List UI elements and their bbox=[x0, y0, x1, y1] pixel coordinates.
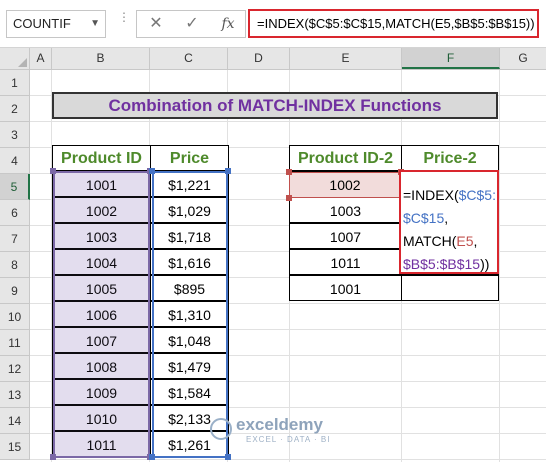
row-header-5[interactable]: 5 bbox=[0, 174, 30, 200]
row-header-9[interactable]: 9 bbox=[0, 278, 30, 304]
edit-ref-b: $B$5:$B$15 bbox=[403, 256, 481, 272]
cell-price[interactable]: $2,133 bbox=[150, 405, 229, 431]
column-header-c[interactable]: C bbox=[150, 48, 228, 69]
cell-price[interactable]: $1,029 bbox=[150, 197, 229, 223]
edit-text: , bbox=[444, 210, 449, 226]
cell-e5[interactable]: 1002 bbox=[289, 172, 401, 198]
cancel-button[interactable]: ✕ bbox=[139, 11, 173, 37]
edit-line-4: $B$5:$B$15)) bbox=[403, 253, 497, 272]
cell-product-id[interactable]: 1007 bbox=[52, 327, 151, 353]
grid-line bbox=[30, 121, 546, 122]
row-header-11[interactable]: 11 bbox=[0, 330, 30, 356]
cell-price[interactable]: $1,221 bbox=[150, 171, 229, 197]
header-price[interactable]: Price bbox=[150, 145, 229, 171]
cell-price[interactable]: $1,584 bbox=[150, 379, 229, 405]
cell-product-id[interactable]: 1004 bbox=[52, 249, 151, 275]
row-header-10[interactable]: 10 bbox=[0, 304, 30, 330]
row-header-6[interactable]: 6 bbox=[0, 200, 30, 226]
cell-price[interactable]: $1,479 bbox=[150, 353, 229, 379]
cell-price[interactable]: $1,261 bbox=[150, 431, 229, 457]
edit-line-2: $C$15, bbox=[403, 207, 497, 230]
cell-product-id-2[interactable]: 1011 bbox=[289, 249, 402, 275]
cell-price[interactable]: $1,048 bbox=[150, 327, 229, 353]
cell-product-id[interactable]: 1002 bbox=[52, 197, 151, 223]
row-header-1[interactable]: 1 bbox=[0, 70, 30, 96]
formula-input[interactable]: =INDEX($C$5:$C$15,MATCH(E5,$B$5:$B$15)) bbox=[248, 9, 539, 38]
cell-product-id-2[interactable]: 1007 bbox=[289, 223, 402, 249]
cell-product-id[interactable]: 1001 bbox=[52, 171, 151, 197]
chevron-down-icon[interactable]: ▼ bbox=[90, 11, 100, 37]
cell-price[interactable]: $895 bbox=[150, 275, 229, 301]
edit-text: MATCH( bbox=[403, 233, 457, 249]
formula-buttons: ✕ ✓ fx bbox=[136, 10, 246, 38]
row-header-14[interactable]: 14 bbox=[0, 408, 30, 434]
cell-price-2[interactable] bbox=[401, 275, 499, 301]
cell-product-id-2[interactable]: 1001 bbox=[289, 275, 402, 301]
edit-ref-c: $C$5: bbox=[458, 187, 496, 203]
row-header-15[interactable]: 15 bbox=[0, 434, 30, 460]
row-header-12[interactable]: 12 bbox=[0, 356, 30, 382]
edit-text: =INDEX( bbox=[403, 187, 459, 203]
column-header-f[interactable]: F bbox=[402, 48, 500, 69]
name-box[interactable]: COUNTIF ▼ bbox=[6, 10, 106, 38]
sheet-title[interactable]: Combination of MATCH-INDEX Functions bbox=[52, 92, 498, 119]
header-product-id[interactable]: Product ID bbox=[52, 145, 151, 171]
cell-product-id[interactable]: 1003 bbox=[52, 223, 151, 249]
edit-text: , bbox=[473, 233, 478, 249]
column-header-g[interactable]: G bbox=[500, 48, 546, 69]
row-header-2[interactable]: 2 bbox=[0, 96, 30, 122]
cell-editor-f5[interactable]: =INDEX($C$5: $C$15, MATCH(E5, $B$5:$B$15… bbox=[399, 170, 499, 274]
column-header-e[interactable]: E bbox=[290, 48, 402, 69]
edit-ref-c-end: $C$15 bbox=[403, 210, 445, 226]
column-header-a[interactable]: A bbox=[30, 48, 52, 69]
row-header-3[interactable]: 3 bbox=[0, 122, 30, 148]
name-box-value: COUNTIF bbox=[13, 16, 71, 31]
column-headers: A B C D E F G bbox=[0, 48, 546, 70]
column-header-d[interactable]: D bbox=[228, 48, 290, 69]
grid-line bbox=[30, 459, 546, 460]
cell-product-id[interactable]: 1005 bbox=[52, 275, 151, 301]
cell-product-id[interactable]: 1008 bbox=[52, 353, 151, 379]
formula-bar: COUNTIF ▼ ⋮ ✕ ✓ fx =INDEX($C$5:$C$15,MAT… bbox=[0, 0, 546, 48]
header-price-2[interactable]: Price-2 bbox=[401, 145, 499, 171]
row-header-13[interactable]: 13 bbox=[0, 382, 30, 408]
cell-product-id[interactable]: 1006 bbox=[52, 301, 151, 327]
cell-price[interactable]: $1,310 bbox=[150, 301, 229, 327]
row-header-4[interactable]: 4 bbox=[0, 148, 30, 174]
insert-function-button[interactable]: fx bbox=[211, 11, 245, 37]
edit-line-1: =INDEX($C$5: bbox=[403, 184, 497, 207]
edit-line-3: MATCH(E5, bbox=[403, 230, 497, 253]
row-header-7[interactable]: 7 bbox=[0, 226, 30, 252]
column-header-b[interactable]: B bbox=[52, 48, 150, 69]
cell-price[interactable]: $1,718 bbox=[150, 223, 229, 249]
header-product-id-2[interactable]: Product ID-2 bbox=[289, 145, 402, 171]
edit-ref-e5: E5 bbox=[456, 233, 474, 249]
cell-product-id[interactable]: 1011 bbox=[52, 431, 151, 457]
select-all-button[interactable] bbox=[0, 48, 30, 69]
cell-product-id[interactable]: 1010 bbox=[52, 405, 151, 431]
grip-icon[interactable]: ⋮ bbox=[118, 11, 130, 34]
cell-product-id-2[interactable]: 1003 bbox=[289, 197, 402, 223]
confirm-button[interactable]: ✓ bbox=[175, 11, 209, 37]
cell-product-id[interactable]: 1009 bbox=[52, 379, 151, 405]
cell-price[interactable]: $1,616 bbox=[150, 249, 229, 275]
row-header-8[interactable]: 8 bbox=[0, 252, 30, 278]
edit-text: )) bbox=[480, 256, 490, 272]
select-all-icon bbox=[18, 58, 27, 67]
